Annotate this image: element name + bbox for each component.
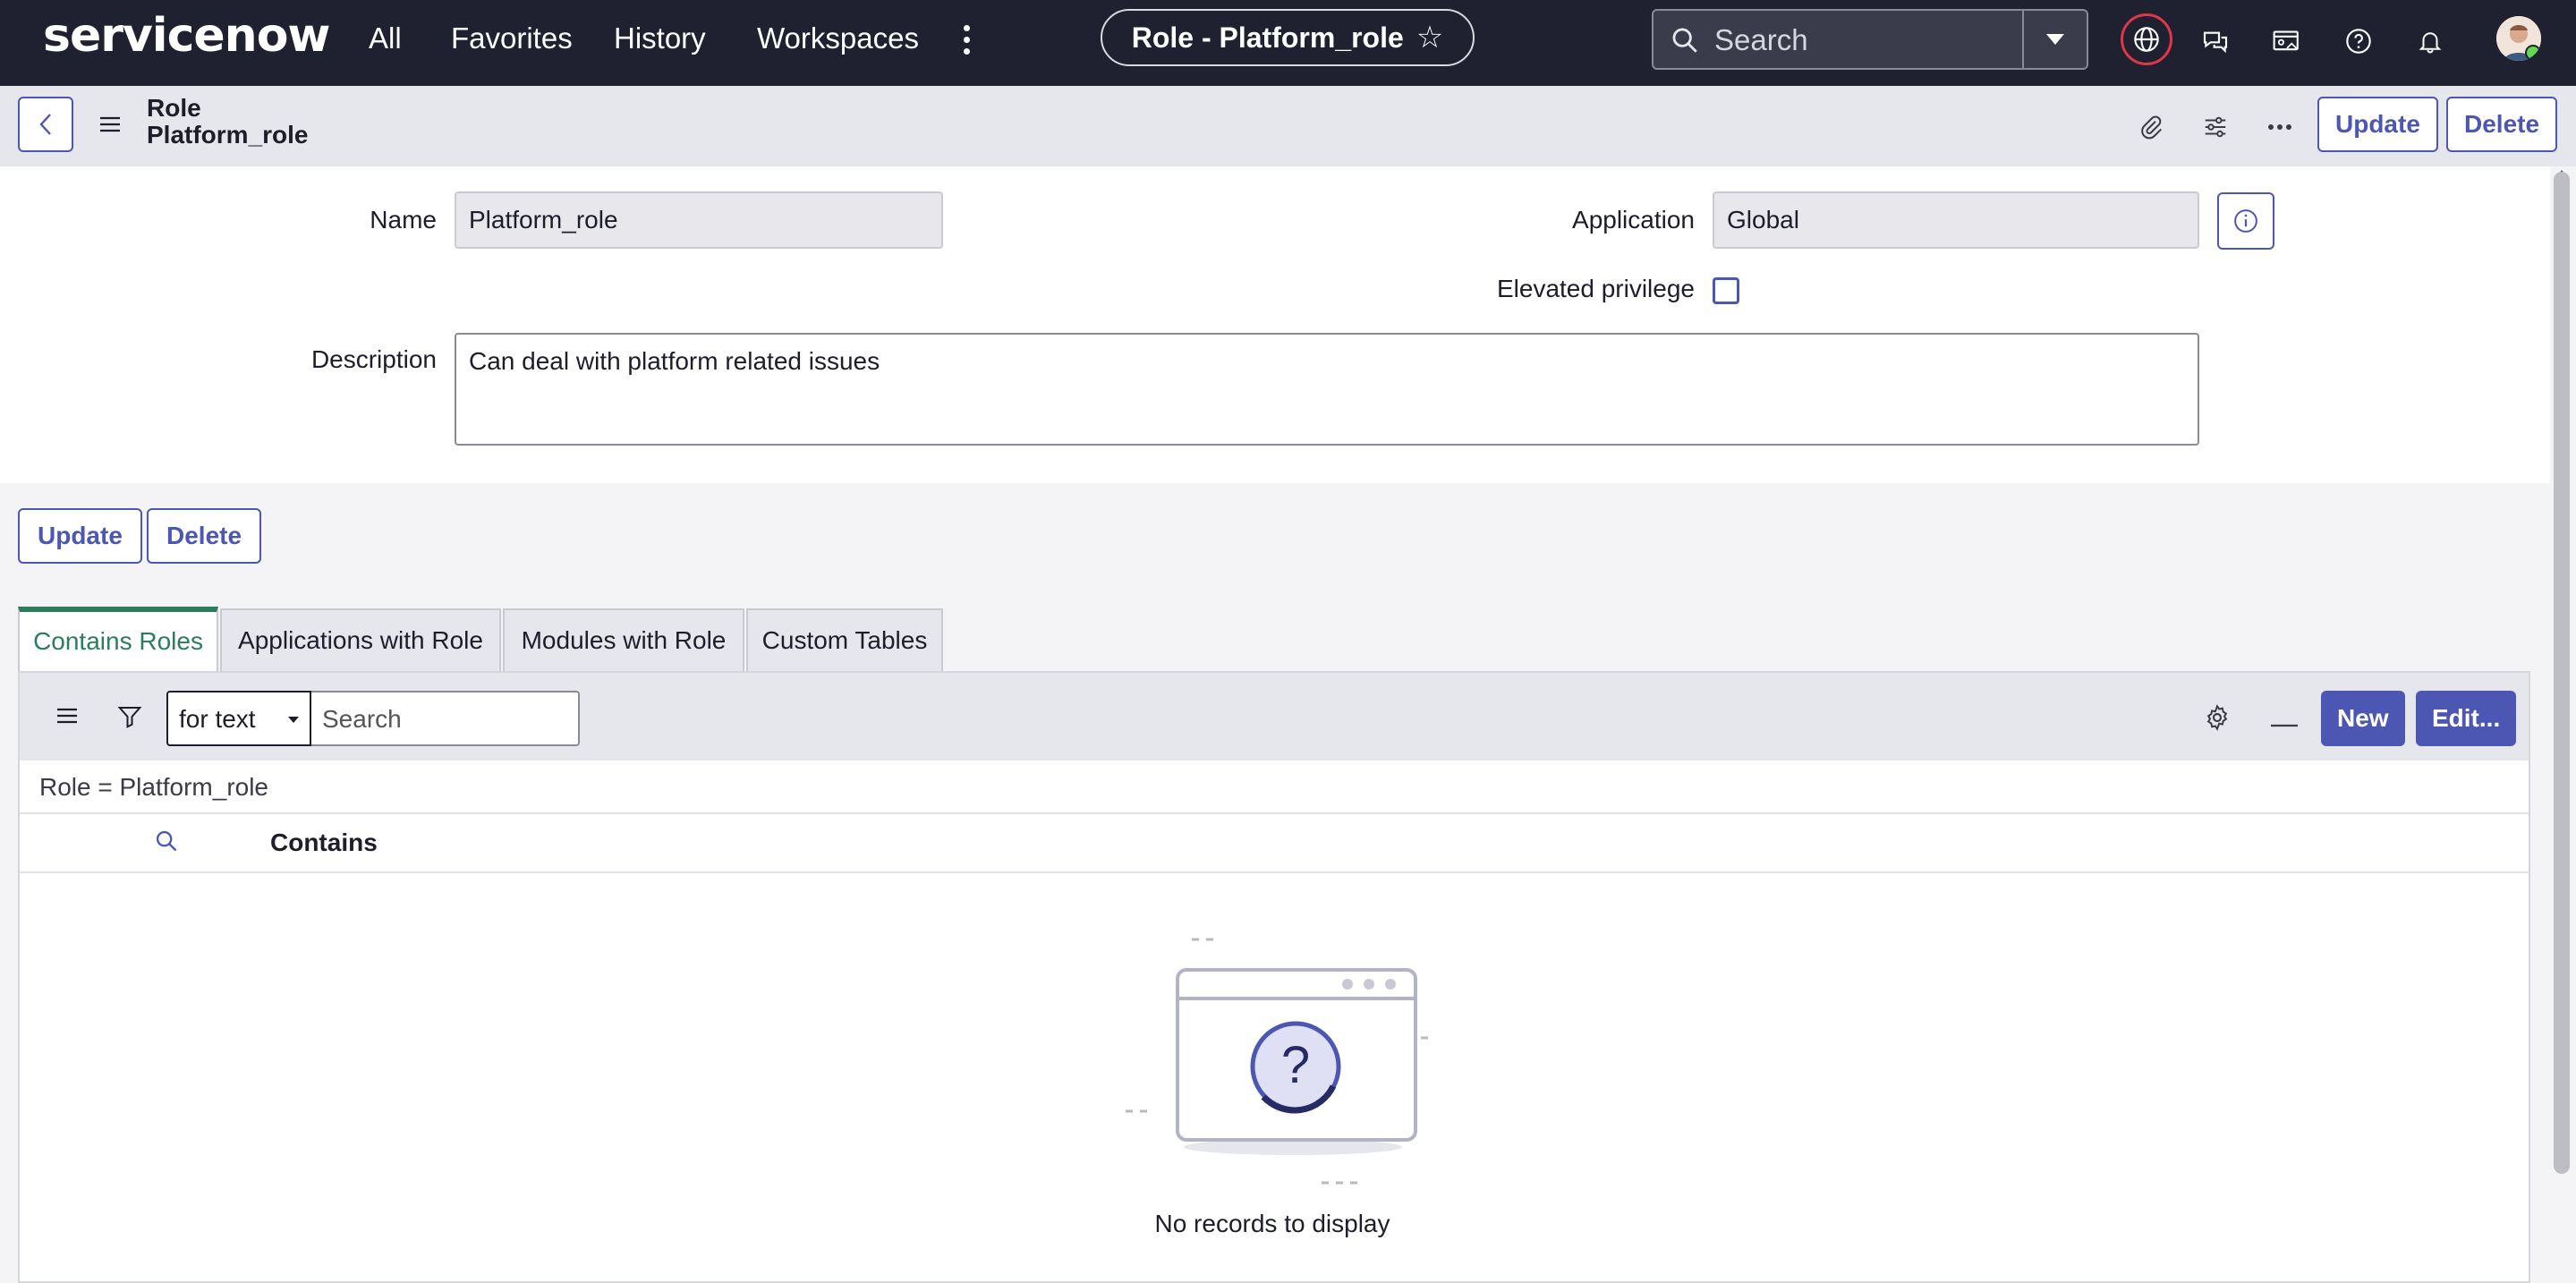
tab-modules-with-role[interactable]: Modules with Role [503, 608, 744, 671]
header-delete-button[interactable]: Delete [2446, 97, 2558, 152]
record-display-name: Platform_role [147, 121, 309, 149]
star-icon[interactable]: ☆ [1416, 20, 1443, 55]
more-actions-icon[interactable] [2262, 109, 2298, 145]
search-icon [1670, 25, 1700, 60]
collapse-list-icon[interactable] [2271, 716, 2298, 732]
column-search-icon[interactable] [154, 828, 179, 858]
globe-icon[interactable] [2121, 13, 2172, 65]
form-update-button[interactable]: Update [18, 508, 142, 564]
caret-down-icon [288, 717, 299, 723]
related-list-panel: for text Search New Edit... Role = Platf… [18, 671, 2530, 1283]
online-status-dot [2525, 45, 2541, 61]
name-label: Name [370, 206, 437, 234]
record-title: Role Platform_role [147, 95, 309, 149]
tab-applications-with-role[interactable]: Applications with Role [220, 608, 501, 671]
description-label: Description [310, 345, 437, 373]
list-menu-icon[interactable] [55, 707, 79, 729]
settings-sliders-icon[interactable] [2198, 109, 2233, 145]
help-icon[interactable] [2335, 18, 2382, 64]
global-search-input[interactable]: Search [1714, 23, 1808, 57]
edit-list-button[interactable]: Edit... [2416, 691, 2517, 746]
form-delete-button[interactable]: Delete [147, 508, 262, 564]
servicenow-logo[interactable]: servicenow [43, 9, 330, 63]
nav-link-history[interactable]: History [614, 21, 706, 55]
search-scope-dropdown[interactable] [2022, 11, 2087, 68]
chat-icon[interactable] [2192, 18, 2239, 64]
attachment-icon[interactable] [2133, 109, 2169, 145]
user-avatar[interactable] [2496, 16, 2541, 61]
list-breadcrumb[interactable]: Role = Platform_role [39, 773, 268, 802]
back-button[interactable] [18, 97, 73, 152]
list-toolbar: for text Search New Edit... [20, 673, 2529, 760]
nav-link-all[interactable]: All [369, 21, 402, 55]
application-field[interactable]: Global [1713, 191, 2199, 249]
list-settings-gear-icon[interactable] [2203, 703, 2232, 736]
search-field-select[interactable]: for text [166, 691, 311, 746]
global-search[interactable]: Search [1652, 9, 2088, 70]
empty-state-illustration: ? [1120, 932, 1460, 1196]
header-update-button[interactable]: Update [2317, 97, 2438, 152]
caret-down-icon [2046, 34, 2064, 45]
elevated-privilege-label: Elevated privilege [1496, 275, 1695, 302]
record-table-name: Role [147, 94, 201, 122]
context-pill[interactable]: Role - Platform_role ☆ [1101, 9, 1475, 66]
notification-bell-icon[interactable] [2407, 18, 2453, 64]
empty-state-text: No records to display [1154, 1210, 1390, 1237]
logo-text: servicenow [43, 9, 330, 63]
nav-link-favorites[interactable]: Favorites [451, 21, 573, 55]
role-form: Name Platform_role Application Global El… [0, 166, 2550, 483]
context-pill-label: Role - Platform_role [1131, 21, 1404, 54]
nav-link-workspaces[interactable]: Workspaces [757, 21, 919, 55]
list-search-input[interactable]: Search [311, 691, 580, 746]
application-label: Application [1572, 206, 1695, 234]
list-column-header-row: Contains [20, 812, 2529, 873]
search-field-value: for text [179, 705, 256, 733]
info-icon [2234, 209, 2257, 233]
record-header: Role Platform_role Update Delete [0, 86, 2576, 166]
application-info-button[interactable] [2217, 192, 2274, 250]
description-textarea[interactable]: Can deal with platform related issues [455, 333, 2199, 446]
top-navigation-bar: servicenow All Favorites History Workspa… [0, 0, 2576, 86]
new-record-button[interactable]: New [2321, 691, 2405, 746]
context-menu-icon[interactable] [98, 115, 122, 138]
filter-icon[interactable] [116, 703, 143, 735]
chevron-left-icon [39, 114, 51, 135]
name-field[interactable]: Platform_role [455, 191, 943, 249]
more-menu-icon[interactable] [957, 20, 975, 64]
page-scrollbar[interactable] [2554, 172, 2570, 1174]
column-header-contains[interactable]: Contains [270, 828, 378, 857]
image-gallery-icon[interactable] [2264, 18, 2310, 64]
elevated-privilege-checkbox[interactable] [1713, 277, 1739, 304]
svg-text:?: ? [1281, 1036, 1310, 1094]
tab-contains-roles[interactable]: Contains Roles [18, 607, 218, 671]
tab-custom-tables[interactable]: Custom Tables [746, 608, 943, 671]
